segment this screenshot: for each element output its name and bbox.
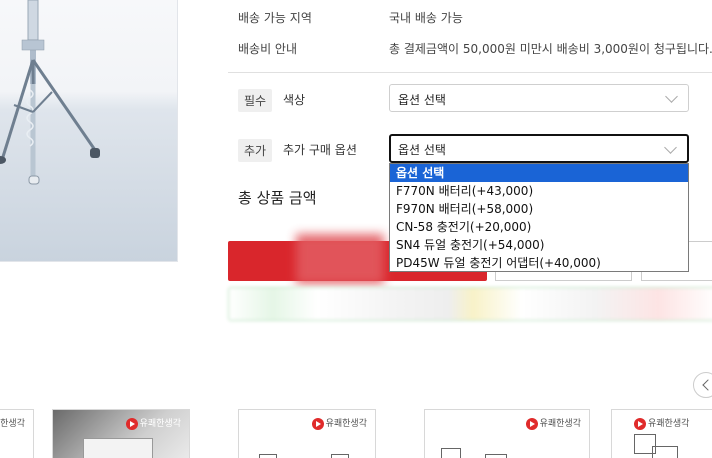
- product-shape: [331, 454, 349, 458]
- section-divider: [228, 72, 712, 73]
- brand-logo: 유쾌한생각: [311, 416, 367, 430]
- carousel-prev-button[interactable]: [693, 372, 712, 398]
- product-shape: [652, 446, 678, 458]
- brand-logo: 유쾌한생각: [0, 419, 25, 429]
- play-logo-icon: [525, 417, 538, 430]
- dropdown-option[interactable]: SN4 듀얼 충전기(+54,000): [390, 236, 688, 254]
- extra-option-label: 추가 구매 옵션: [283, 143, 357, 157]
- color-option-select[interactable]: 옵션 선택: [389, 84, 689, 112]
- color-option-label: 색상: [283, 93, 306, 107]
- chevron-down-icon: [665, 90, 678, 103]
- related-product-thumb[interactable]: 유쾌한생각: [0, 409, 34, 458]
- extra-option-dropdown[interactable]: 옵션 선택 F770N 배터리(+43,000) F970N 배터리(+58,0…: [389, 163, 689, 272]
- product-shape: [83, 438, 153, 458]
- product-shape: [441, 448, 461, 458]
- play-logo-icon: [634, 417, 646, 430]
- dropdown-option[interactable]: PD45W 듀얼 충전기 어댑터(+40,000): [390, 254, 688, 272]
- chevron-down-icon: [664, 141, 677, 154]
- extra-option-select[interactable]: 옵션 선택: [389, 134, 689, 163]
- shipping-fee-value: 총 결제금액이 50,000원 미만시 배송비 3,000원이 청구됩니다.: [389, 42, 712, 56]
- total-price-label: 총 상품 금액: [238, 189, 317, 207]
- chevron-left-icon: [702, 379, 712, 391]
- play-logo-icon: [311, 417, 324, 430]
- dropdown-option[interactable]: F970N 배터리(+58,000): [390, 200, 688, 218]
- product-shape: [485, 454, 507, 458]
- shipping-region-value: 국내 배송 가능: [389, 11, 463, 25]
- product-image: [0, 0, 178, 262]
- shipping-fee-label: 배송비 안내: [238, 42, 298, 56]
- brand-logo: 유쾌한생각: [125, 416, 181, 430]
- related-product-thumb[interactable]: 유쾌한생각: [238, 409, 376, 458]
- brand-logo: 유쾌한생각: [525, 416, 581, 430]
- promo-banner[interactable]: [228, 287, 712, 321]
- dropdown-option[interactable]: F770N 배터리(+43,000): [390, 182, 688, 200]
- tripod-stand-illustration: [0, 0, 100, 185]
- related-product-thumb[interactable]: 유쾌한생각: [52, 409, 190, 458]
- dropdown-option[interactable]: 옵션 선택: [390, 164, 688, 182]
- buy-now-button-label-blurred: [296, 234, 384, 284]
- related-product-thumb[interactable]: 유쾌한생각: [424, 409, 590, 458]
- play-logo-icon: [125, 417, 138, 430]
- required-tag: 필수: [238, 89, 273, 112]
- extra-select-value: 옵션 선택: [398, 143, 446, 157]
- brand-logo: 유쾌한생각: [634, 416, 689, 430]
- related-product-thumb[interactable]: 유쾌한생각: [611, 409, 712, 458]
- dropdown-option[interactable]: CN-58 충전기(+20,000): [390, 218, 688, 236]
- color-select-value: 옵션 선택: [398, 93, 446, 107]
- additional-tag: 추가: [238, 139, 273, 162]
- shipping-region-label: 배송 가능 지역: [238, 11, 312, 25]
- product-shape: [259, 454, 277, 458]
